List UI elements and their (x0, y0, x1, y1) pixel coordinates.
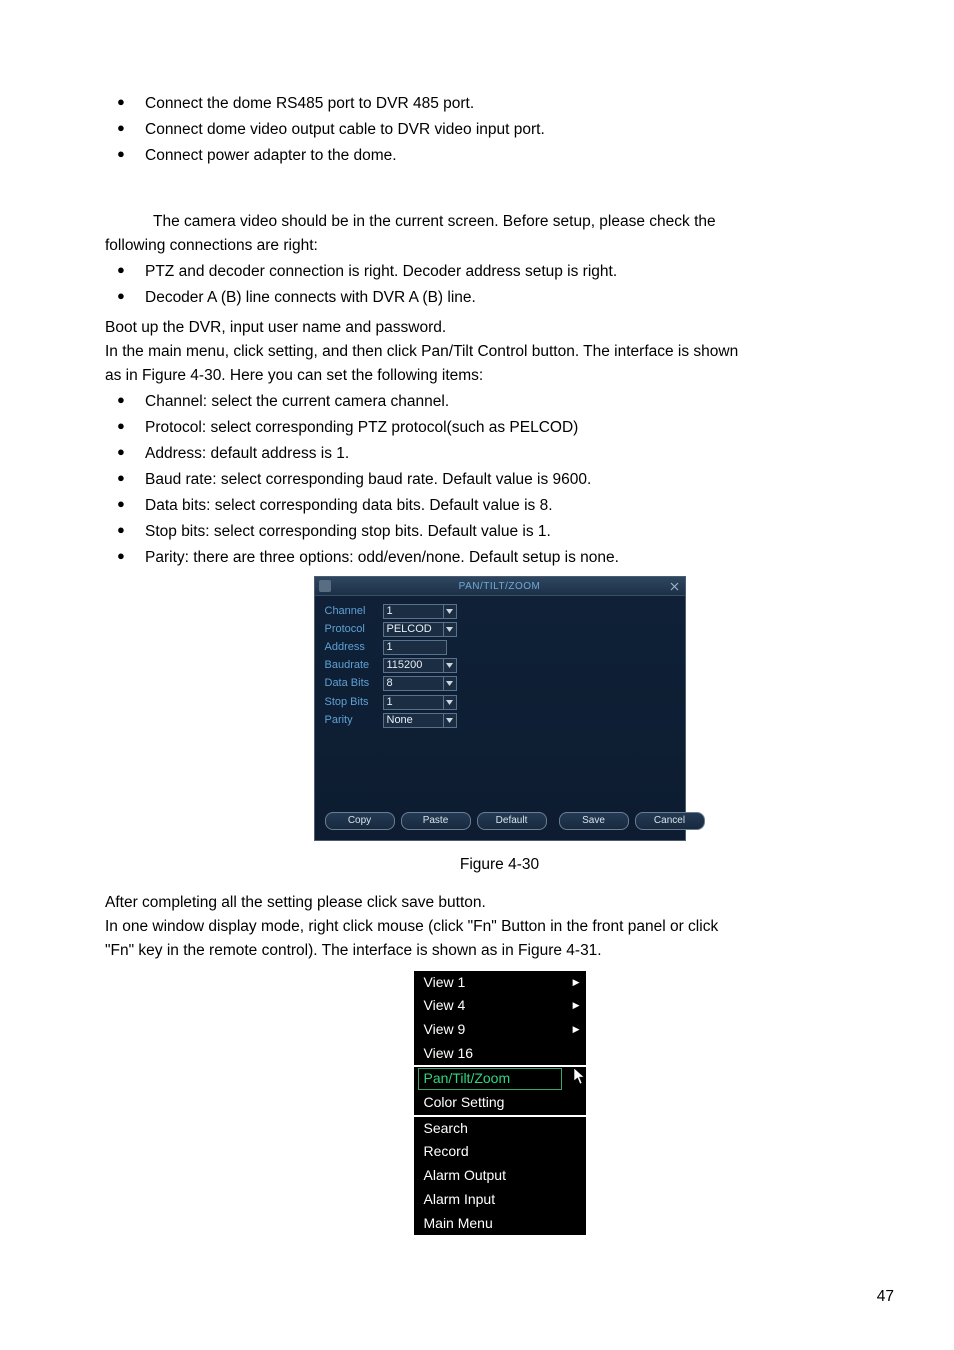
ptz-dialog: PAN/TILT/ZOOM Channel 1 Protocol PELCOD (314, 576, 686, 840)
list-item: Address: default address is 1. (105, 442, 894, 466)
menu-item-alarmoutput[interactable]: Alarm Output (414, 1164, 586, 1188)
copy-button[interactable]: Copy (325, 812, 395, 830)
stopbits-label: Stop Bits (325, 694, 383, 711)
body-text: The camera video should be in the curren… (105, 210, 894, 234)
chevron-down-icon (443, 677, 456, 690)
menu-item-view9[interactable]: View 9▶ (414, 1018, 586, 1042)
menu-item-colorsetting[interactable]: Color Setting (414, 1091, 586, 1115)
dialog-title: PAN/TILT/ZOOM (331, 579, 669, 595)
cancel-button[interactable]: Cancel (635, 812, 705, 830)
chevron-right-icon: ▶ (573, 976, 580, 990)
settings-bullet-list: Channel: select the current camera chann… (105, 390, 894, 570)
body-text: After completing all the setting please … (105, 891, 894, 915)
list-item: PTZ and decoder connection is right. Dec… (105, 260, 894, 284)
chevron-down-icon (443, 714, 456, 727)
context-menu: View 1▶ View 4▶ View 9▶ View 16 Pan/Tilt… (412, 969, 588, 1238)
chevron-right-icon: ▶ (573, 1023, 580, 1037)
menu-item-view16[interactable]: View 16 (414, 1042, 586, 1066)
save-button[interactable]: Save (559, 812, 629, 830)
body-text: as in Figure 4-30. Here you can set the … (105, 364, 894, 388)
chevron-down-icon (443, 659, 456, 672)
protocol-select[interactable]: PELCOD (383, 622, 457, 637)
list-item: Stop bits: select corresponding stop bit… (105, 520, 894, 544)
body-text: In one window display mode, right click … (105, 915, 894, 939)
page-number: 47 (105, 1285, 894, 1309)
baudrate-select[interactable]: 115200 (383, 658, 457, 673)
chevron-down-icon (443, 696, 456, 709)
list-item: Baud rate: select corresponding baud rat… (105, 468, 894, 492)
paste-button[interactable]: Paste (401, 812, 471, 830)
parity-select[interactable]: None (383, 713, 457, 728)
menu-item-view4[interactable]: View 4▶ (414, 994, 586, 1018)
check-bullet-list: PTZ and decoder connection is right. Dec… (105, 260, 894, 310)
intro-bullet-list: Connect the dome RS485 port to DVR 485 p… (105, 92, 894, 168)
databits-label: Data Bits (325, 675, 383, 692)
baudrate-label: Baudrate (325, 657, 383, 674)
stopbits-select[interactable]: 1 (383, 695, 457, 710)
address-label: Address (325, 639, 383, 656)
databits-select[interactable]: 8 (383, 676, 457, 691)
app-icon (319, 580, 331, 592)
protocol-label: Protocol (325, 621, 383, 638)
ptz-titlebar: PAN/TILT/ZOOM (315, 577, 685, 596)
channel-select[interactable]: 1 (383, 604, 457, 619)
default-button[interactable]: Default (477, 812, 547, 830)
list-item: Protocol: select corresponding PTZ proto… (105, 416, 894, 440)
list-item: Data bits: select corresponding data bit… (105, 494, 894, 518)
menu-item-record[interactable]: Record (414, 1140, 586, 1164)
menu-item-pantiltzoom[interactable]: Pan/Tilt/Zoom (414, 1067, 586, 1091)
menu-item-view1[interactable]: View 1▶ (414, 971, 586, 995)
menu-item-mainmenu[interactable]: Main Menu (414, 1212, 586, 1236)
chevron-right-icon: ▶ (573, 999, 580, 1013)
list-item: Parity: there are three options: odd/eve… (105, 546, 894, 570)
chevron-down-icon (443, 623, 456, 636)
list-item: Decoder A (B) line connects with DVR A (… (105, 286, 894, 310)
chevron-down-icon (443, 605, 456, 618)
menu-item-search[interactable]: Search (414, 1117, 586, 1141)
list-item: Connect power adapter to the dome. (105, 144, 894, 168)
body-text: In the main menu, click setting, and the… (105, 340, 894, 364)
menu-item-alarminput[interactable]: Alarm Input (414, 1188, 586, 1212)
body-text: "Fn" key in the remote control). The int… (105, 939, 894, 963)
list-item: Connect dome video output cable to DVR v… (105, 118, 894, 142)
body-text: following connections are right: (105, 234, 894, 258)
close-icon[interactable] (669, 580, 681, 592)
list-item: Channel: select the current camera chann… (105, 390, 894, 414)
list-item: Connect the dome RS485 port to DVR 485 p… (105, 92, 894, 116)
parity-label: Parity (325, 712, 383, 729)
figure-caption: Figure 4-30 (105, 853, 894, 877)
body-text: Boot up the DVR, input user name and pas… (105, 316, 894, 340)
mouse-cursor-icon (572, 1067, 588, 1085)
channel-label: Channel (325, 603, 383, 620)
address-input[interactable]: 1 (383, 640, 447, 655)
